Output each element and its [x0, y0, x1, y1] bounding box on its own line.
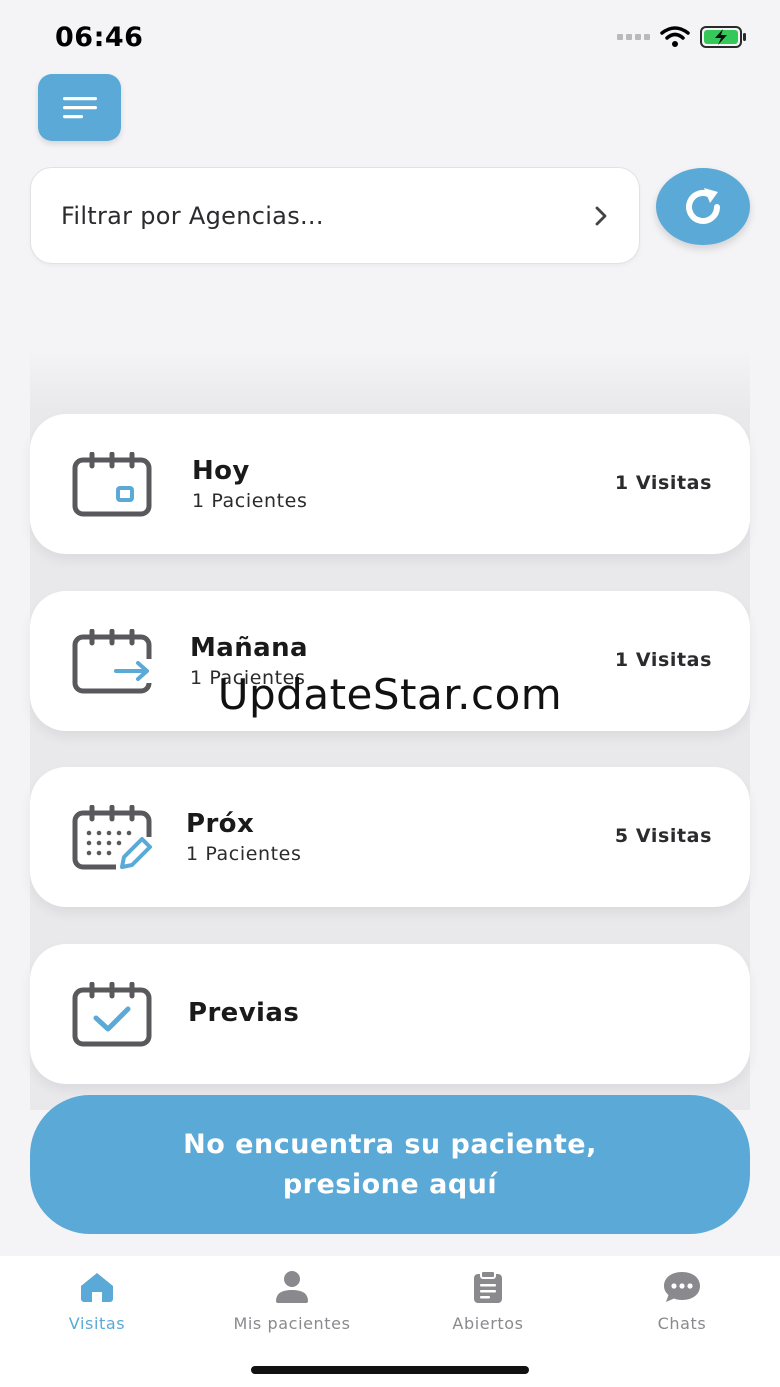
patient-not-found-button[interactable]: No encuentra su paciente, presione aquí — [30, 1095, 750, 1234]
chat-bubble-icon — [664, 1272, 700, 1302]
calendar-check-icon — [72, 982, 152, 1047]
card-subtitle: 1 Pacientes — [192, 490, 308, 512]
card-subtitle: 1 Pacientes — [186, 843, 302, 865]
status-bar: 06:46 — [0, 0, 780, 70]
refresh-button[interactable] — [656, 168, 750, 245]
status-time: 06:46 — [55, 22, 144, 53]
refresh-icon — [686, 187, 720, 224]
visit-card-upcoming[interactable]: Próx 1 Pacientes 5 Visitas — [30, 767, 750, 907]
tab-open[interactable]: Abiertos — [393, 1270, 583, 1333]
tab-label: Visitas — [68, 1314, 126, 1333]
menu-icon — [62, 96, 97, 118]
home-icon — [81, 1273, 113, 1302]
card-visit-count: 5 Visitas — [614, 825, 712, 847]
tab-chats[interactable]: Chats — [587, 1270, 777, 1333]
watermark: UpdateStar.com — [217, 670, 563, 719]
status-icons — [617, 26, 748, 48]
calendar-edit-icon — [72, 805, 152, 870]
visit-card-today[interactable]: Hoy 1 Pacientes 1 Visitas — [30, 414, 750, 554]
card-title: Previas — [188, 998, 300, 1028]
menu-button[interactable] — [38, 74, 121, 141]
clipboard-icon — [474, 1270, 502, 1303]
card-title: Hoy — [192, 456, 250, 486]
calendar-today-icon — [72, 452, 152, 517]
card-title: Mañana — [190, 633, 308, 663]
home-indicator — [251, 1366, 529, 1374]
agency-filter[interactable]: Filtrar por Agencias... — [30, 167, 640, 264]
cta-line-1: No encuentra su paciente, — [183, 1128, 597, 1160]
chevron-right-icon — [593, 205, 609, 227]
card-title: Próx — [186, 809, 255, 839]
cta-line-2: presione aquí — [282, 1168, 498, 1200]
tab-visits[interactable]: Visitas — [2, 1270, 192, 1333]
battery-charging-icon — [700, 26, 746, 48]
card-visit-count: 1 Visitas — [614, 472, 712, 494]
tab-my-patients[interactable]: Mis pacientes — [197, 1270, 387, 1333]
tab-label: Mis pacientes — [233, 1314, 351, 1333]
card-visit-count: 1 Visitas — [614, 649, 712, 671]
visit-card-previous[interactable]: Previas — [30, 944, 750, 1084]
signal-icon — [617, 34, 650, 40]
tab-label: Abiertos — [452, 1314, 524, 1333]
person-icon — [276, 1271, 308, 1303]
agency-filter-label: Filtrar por Agencias... — [61, 201, 324, 230]
wifi-icon — [660, 26, 690, 47]
tab-label: Chats — [657, 1314, 707, 1333]
